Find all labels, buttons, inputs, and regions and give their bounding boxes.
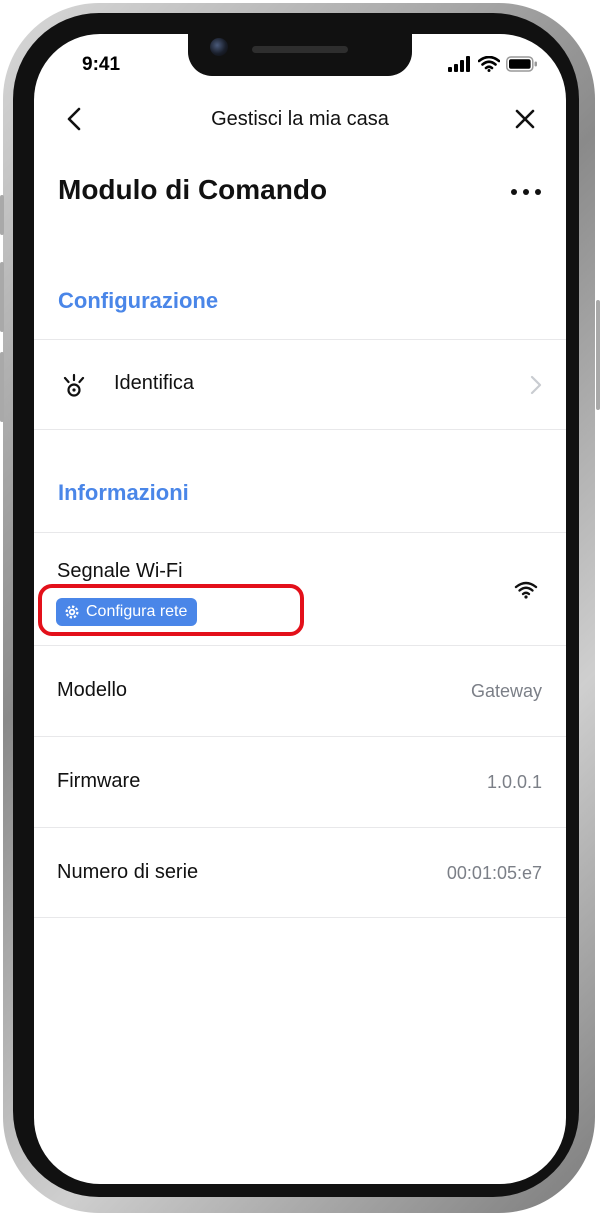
battery-icon bbox=[506, 56, 537, 72]
model-value: Gateway bbox=[470, 681, 542, 701]
side-button-power bbox=[596, 300, 600, 410]
screen: 9:41 Gestisci la mia casa Modulo di Coma… bbox=[34, 34, 566, 1184]
page-title: Modulo di Comando bbox=[58, 174, 328, 205]
status-time: 9:41 bbox=[82, 54, 121, 75]
serial-number-row: Numero di serie 00:01:05:e7 bbox=[34, 828, 566, 917]
speaker-grille bbox=[252, 46, 348, 53]
wifi-signal-label: Segnale Wi-Fi bbox=[57, 560, 183, 582]
wifi-signal-icon bbox=[514, 581, 538, 599]
firmware-label: Firmware bbox=[57, 770, 141, 792]
identify-icon bbox=[63, 373, 85, 397]
firmware-row: Firmware 1.0.0.1 bbox=[34, 737, 566, 827]
identify-label: Identifica bbox=[114, 372, 195, 394]
serial-number-value: 00:01:05:e7 bbox=[446, 863, 542, 883]
nav-title: Gestisci la mia casa bbox=[211, 108, 389, 130]
close-button[interactable] bbox=[510, 104, 540, 134]
more-options-button[interactable] bbox=[508, 182, 544, 202]
divider bbox=[34, 429, 566, 430]
wifi-status-icon bbox=[478, 56, 500, 72]
side-button-mute bbox=[0, 195, 4, 235]
identify-row[interactable]: Identifica bbox=[34, 340, 566, 429]
model-row: Modello Gateway bbox=[34, 646, 566, 736]
firmware-value: 1.0.0.1 bbox=[486, 772, 542, 792]
section-header-configuration: Configurazione bbox=[58, 288, 219, 313]
close-icon bbox=[515, 109, 535, 129]
model-label: Modello bbox=[57, 679, 128, 701]
section-header-information: Informazioni bbox=[58, 480, 189, 505]
serial-number-label: Numero di serie bbox=[57, 861, 199, 883]
more-icon bbox=[511, 189, 541, 195]
divider bbox=[34, 917, 566, 918]
highlight-annotation bbox=[38, 584, 304, 636]
side-button-volume-down bbox=[0, 352, 4, 422]
cellular-signal-icon bbox=[448, 56, 470, 72]
side-button-volume-up bbox=[0, 262, 4, 332]
chevron-right-icon bbox=[530, 375, 542, 395]
status-icons bbox=[448, 56, 538, 72]
front-camera bbox=[210, 38, 228, 56]
